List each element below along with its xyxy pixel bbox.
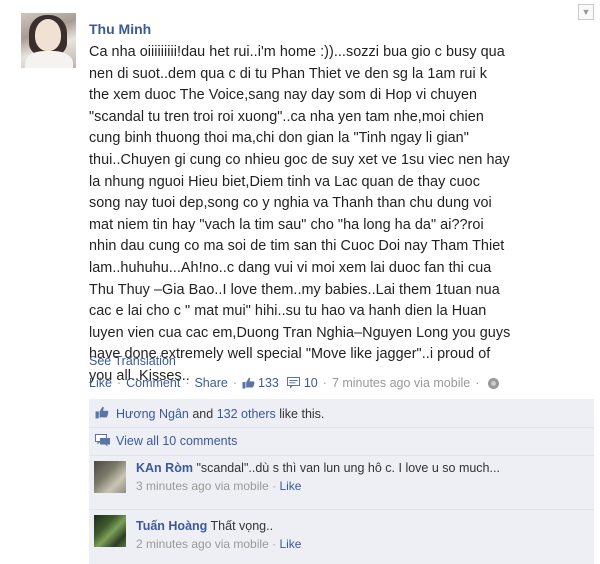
author-name[interactable]: Thu Minh [89, 21, 151, 37]
chevron-down-icon[interactable]: ▼ [578, 4, 594, 20]
comment-like-link[interactable]: Like [279, 537, 301, 551]
comment-body: Tuấn Hoàng Thất vọng.. 2 minutes ago via… [136, 518, 576, 553]
like-link[interactable]: Like [89, 376, 112, 390]
comment-item: Tuấn Hoàng Thất vọng.. 2 minutes ago via… [89, 510, 594, 564]
likes-text: Hương Ngân and 132 others like this. [116, 407, 324, 421]
globe-icon[interactable] [488, 377, 500, 389]
comment-count[interactable]: 10 [304, 376, 318, 390]
comment-link[interactable]: Comment [126, 376, 180, 390]
separator: · [322, 376, 327, 390]
comment-like-link[interactable]: Like [279, 479, 301, 493]
likes-summary: Hương Ngân and 132 others like this. [89, 399, 594, 427]
likes-suffix: like this. [279, 407, 325, 421]
others-link[interactable]: 132 others [217, 407, 276, 421]
separator: · [272, 479, 277, 493]
separator: · [272, 537, 277, 551]
feed-story: ▼ Thu Minh Ca nha oiiiiiiiii!dau het rui… [0, 0, 600, 564]
comment-timestamp[interactable]: 3 minutes ago via mobile [136, 479, 269, 493]
comment-text: "scandal"..dù s thì van lun ung hô c. I … [196, 461, 500, 475]
like-count[interactable]: 133 [258, 376, 279, 390]
separator: · [475, 376, 480, 390]
post-message: Ca nha oiiiiiiiii!dau het rui..i'm home … [89, 44, 511, 384]
comment-meta: 3 minutes ago via mobile · Like [136, 478, 576, 495]
comment-bubble-icon[interactable] [286, 377, 301, 389]
avatar-face [35, 19, 61, 51]
see-translation-link[interactable]: See Translation [89, 354, 176, 368]
comments-section: Hương Ngân and 132 others like this. Vie… [89, 399, 594, 564]
comment-bubble-icon [95, 434, 110, 447]
thumbs-up-icon [95, 406, 109, 419]
comment-timestamp[interactable]: 2 minutes ago via mobile [136, 537, 269, 551]
commenter-name[interactable]: Tuấn Hoàng [136, 519, 207, 533]
avatar-shoulders [25, 51, 73, 68]
view-all-comments-link[interactable]: View all 10 comments [116, 434, 237, 448]
post-timestamp[interactable]: 7 minutes ago via mobile [332, 376, 470, 390]
author-avatar[interactable] [21, 13, 76, 68]
view-all-row[interactable]: View all 10 comments [89, 428, 594, 455]
separator: · [185, 376, 190, 390]
share-link[interactable]: Share [194, 376, 227, 390]
action-bar: Like · Comment · Share · 133 10 · 7 minu… [89, 376, 500, 390]
comment-item: KAn Ròm "scandal"..dù s thì van lun ung … [89, 456, 594, 509]
likes-and: and [192, 407, 214, 421]
comment-meta: 2 minutes ago via mobile · Like [136, 536, 576, 553]
thumbs-up-icon[interactable] [242, 377, 255, 389]
commenter-avatar[interactable] [94, 461, 126, 493]
commenter-avatar[interactable] [94, 515, 126, 547]
separator: · [232, 376, 237, 390]
comment-text: Thất vọng.. [210, 519, 274, 533]
comment-body: KAn Ròm "scandal"..dù s thì van lun ung … [136, 460, 576, 495]
liker-name-link[interactable]: Hương Ngân [116, 407, 189, 421]
commenter-name[interactable]: KAn Ròm [136, 461, 193, 475]
separator: · [116, 376, 122, 390]
